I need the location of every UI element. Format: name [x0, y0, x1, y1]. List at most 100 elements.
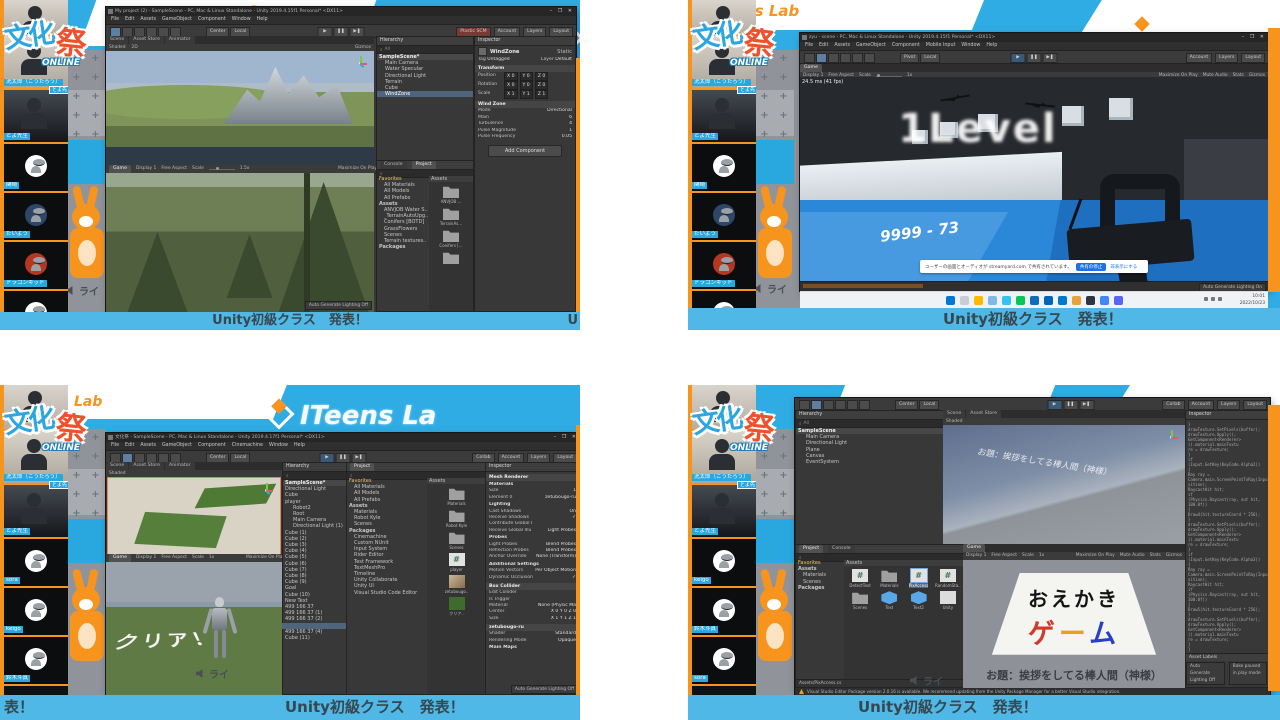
menu-item[interactable]: Mobile Input — [926, 42, 956, 50]
project-tab[interactable]: Project — [412, 161, 436, 169]
x-field[interactable]: X 0 — [504, 72, 518, 81]
view-tab[interactable]: Asset Store — [129, 462, 164, 470]
pause-button[interactable]: ❚❚ — [1027, 53, 1042, 63]
menu-item[interactable]: Help — [986, 42, 997, 50]
inspector-row[interactable]: Main Maps — [486, 645, 579, 651]
hierarchy-item[interactable]: Directional Light (1) — [283, 523, 347, 529]
transform-header[interactable]: Transform — [478, 65, 504, 72]
transform-tools[interactable] — [799, 400, 870, 410]
scale-tool-icon[interactable] — [835, 400, 846, 410]
game-view[interactable]: 24.5 ms (41 fps) 1Level 9999 - 73 ユーザーの画… — [800, 77, 1268, 282]
move-tool-icon[interactable] — [811, 400, 822, 410]
y-field[interactable]: Y 1 — [520, 90, 533, 99]
scene-gizmo[interactable] — [1164, 430, 1180, 446]
menu-item[interactable]: File — [111, 442, 119, 450]
maximize-on-play-toggle[interactable]: Maximize On Play — [338, 165, 377, 173]
asset-item[interactable] — [432, 251, 470, 265]
game-tab[interactable]: Game — [800, 64, 822, 72]
hierarchy-item[interactable]: WindZone — [377, 91, 473, 97]
x-field[interactable]: X 1 — [504, 90, 518, 99]
package-item[interactable]: Visual Studio Code Editor — [347, 590, 427, 596]
account-dropdown[interactable]: Account — [1186, 53, 1213, 63]
game-view[interactable]: クリア！ — [106, 562, 282, 695]
hierarchy-item[interactable]: EventSystem — [796, 459, 944, 465]
inspector-row[interactable]: Receive Global Illu Light Probes — [486, 528, 579, 534]
collab-dropdown[interactable]: Collab — [1162, 400, 1184, 410]
transform-tools[interactable] — [804, 53, 875, 63]
asset-item[interactable]: zetubougo.. — [430, 575, 483, 594]
menu-item[interactable]: Cinemachine — [232, 442, 263, 450]
transform-tool-icon[interactable] — [859, 400, 870, 410]
inspector-title[interactable]: Inspector — [1189, 411, 1211, 419]
lighting-status[interactable]: Auto Generate Lighting Off — [511, 685, 578, 694]
window-buttons[interactable]: – ❐ ✕ — [1242, 33, 1266, 42]
shaded-dropdown[interactable]: Shaded — [946, 418, 963, 425]
menu-item[interactable]: Component — [892, 42, 920, 50]
taskbar-icon[interactable] — [988, 296, 997, 305]
pivot-toggle[interactable]: Pivot — [900, 53, 919, 63]
window-titlebar[interactable]: zyu - scene - PC, Mac & Linux Standalone… — [800, 33, 1268, 42]
taskbar-icon[interactable] — [1114, 296, 1123, 305]
taskbar-clock[interactable]: 10:01 2022/10/23 — [1240, 293, 1265, 307]
maximize-on-play-toggle[interactable]: Maximize On Play — [246, 554, 285, 562]
rotate-tool-icon[interactable] — [823, 400, 834, 410]
stop-sharing-button[interactable]: 共有の停止 — [1076, 263, 1107, 271]
display-dropdown[interactable]: Display 1 — [136, 554, 156, 562]
menu-item[interactable]: Edit — [819, 42, 828, 50]
console-tab[interactable]: Console — [828, 545, 855, 553]
asset-item[interactable]: Text2 — [906, 591, 932, 610]
window-titlebar[interactable]: My project (2) - SampleScene - PC, Mac &… — [106, 7, 576, 16]
z-field[interactable]: Z 0 — [535, 72, 549, 81]
asset-folder-item[interactable]: Conifers [BOTD] — [377, 219, 429, 225]
asset-item[interactable]: クリア.. — [430, 597, 483, 617]
tag-value[interactable]: Untagged — [487, 57, 509, 62]
game-tab[interactable]: Game — [109, 165, 131, 173]
hierarchy-search[interactable]: All — [803, 421, 808, 426]
view-tab[interactable]: Asset Store — [966, 410, 1001, 418]
inspector-title[interactable]: Inspector — [478, 37, 500, 45]
asset-item[interactable]: Robot Kyle — [430, 509, 483, 528]
menu-item[interactable]: GameObject — [162, 16, 192, 24]
space-toggle[interactable]: Local — [919, 400, 939, 410]
taskbar-icon[interactable] — [946, 296, 955, 305]
hierarchy-item[interactable]: Cube (11) — [283, 635, 347, 641]
layers-dropdown[interactable]: Layers — [1217, 400, 1240, 410]
inspector-title[interactable]: Inspector — [489, 463, 511, 471]
view-tab[interactable]: Scene — [106, 462, 128, 470]
inspector-row[interactable]: zetubougo-ru — [486, 624, 579, 631]
asset-item[interactable]: Conifers [... — [432, 229, 470, 248]
asset-item[interactable]: Materials — [876, 569, 902, 588]
console-status-line[interactable]: Auto Generate Lighting On — [800, 281, 1268, 291]
hierarchy-selected-item[interactable] — [282, 623, 346, 629]
packages-root[interactable]: Packages — [796, 585, 844, 591]
lighting-status[interactable]: Auto Generate Lighting Off — [1186, 662, 1225, 685]
taskbar-icon[interactable] — [1058, 296, 1067, 305]
menu-item[interactable]: GameObject — [856, 42, 886, 50]
rect-tool-icon[interactable] — [852, 53, 863, 63]
layout-dropdown[interactable]: Layout — [1243, 400, 1267, 410]
asset-item[interactable]: Scenes — [430, 531, 483, 550]
menu-item[interactable]: Help — [294, 442, 305, 450]
hand-tool-icon[interactable] — [799, 400, 810, 410]
game-tab[interactable]: Game — [109, 554, 131, 562]
scene-gizmo[interactable] — [259, 483, 275, 499]
project-tab[interactable]: Project — [799, 545, 823, 553]
view-tab[interactable]: Asset Store — [129, 36, 164, 44]
z-field[interactable]: Z 1 — [535, 90, 549, 99]
pause-button[interactable]: ❚❚ — [1063, 400, 1078, 410]
hierarchy-title[interactable]: Hierarchy — [286, 463, 309, 471]
layer-value[interactable]: Default — [555, 57, 572, 62]
taskbar-icon[interactable] — [960, 296, 969, 305]
account-dropdown[interactable]: Account — [1188, 400, 1215, 410]
shaded-dropdown[interactable]: Shaded — [109, 470, 126, 477]
mute-audio-toggle[interactable]: Mute Audio — [1120, 552, 1145, 560]
asset-item[interactable]: Text — [876, 591, 902, 610]
asset-item[interactable]: Unity — [935, 591, 961, 610]
step-button[interactable]: ▶❚ — [1079, 400, 1094, 410]
x-field[interactable]: X 0 — [504, 81, 518, 90]
taskbar-icon[interactable] — [1030, 296, 1039, 305]
scale-tool-icon[interactable] — [840, 53, 851, 63]
menu-item[interactable]: GameObject — [162, 442, 192, 450]
step-button[interactable]: ▶❚ — [1043, 53, 1058, 63]
menu-item[interactable]: Assets — [140, 16, 156, 24]
